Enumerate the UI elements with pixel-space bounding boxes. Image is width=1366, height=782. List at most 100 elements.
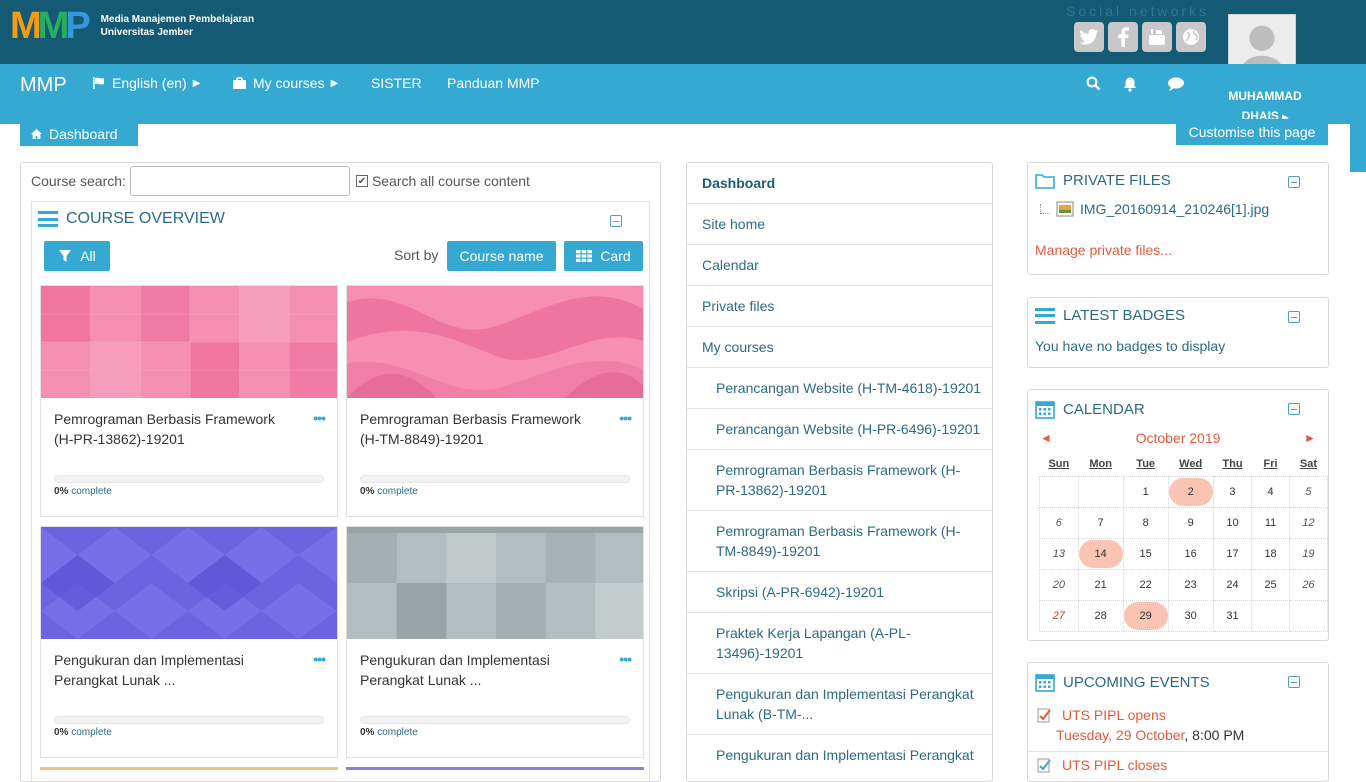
calendar-day[interactable]: 21 [1077, 568, 1124, 601]
private-file-name: IMG_20160914_210246[1].jpg [1080, 201, 1270, 217]
calendar-day[interactable]: 24 [1212, 568, 1253, 601]
collapse-icon[interactable] [1288, 403, 1300, 415]
image-file-icon [1056, 201, 1074, 217]
calendar-event-day[interactable]: 14 [1078, 539, 1123, 568]
calendar-day[interactable]: 4 [1251, 475, 1290, 508]
dashboard-tab[interactable]: Dashboard [20, 122, 138, 146]
course-search-input[interactable] [129, 166, 350, 196]
more-options-icon[interactable]: ••• [619, 410, 632, 426]
sort-course-name-button[interactable]: Course name [447, 241, 556, 271]
calendar-day[interactable]: 18 [1251, 537, 1290, 570]
calendar-day[interactable]: 28 [1077, 599, 1124, 632]
facebook-icon[interactable] [1108, 22, 1138, 52]
calendar-day[interactable]: 10 [1212, 506, 1253, 539]
course-title[interactable]: Pemrograman Berbasis Framework (H-TM-884… [360, 409, 600, 449]
course-card[interactable]: Pengukuran dan Implementasi Perangkat Lu… [40, 526, 338, 758]
private-file-item[interactable]: IMG_20160914_210246[1].jpg [1040, 201, 1269, 217]
calendar-day[interactable]: 7 [1077, 506, 1124, 539]
my-courses-menu[interactable]: My courses ▶ [232, 75, 338, 91]
course-title[interactable]: Pengukuran dan Implementasi Perangkat Lu… [54, 650, 294, 690]
calendar-day[interactable]: 29 [1122, 599, 1169, 632]
language-menu[interactable]: English ‎(en)‎ ▶ [92, 75, 200, 91]
course-card[interactable]: Pengukuran dan Implementasi Perangkat Lu… [346, 526, 644, 758]
panduan-link[interactable]: Panduan MMP [447, 75, 540, 91]
collapse-icon[interactable] [1288, 176, 1300, 188]
more-options-icon[interactable]: ••• [313, 651, 326, 667]
calendar-day[interactable]: 23 [1167, 568, 1214, 601]
nav-course-item[interactable]: Praktek Kerja Lapangan (A-PL-13496)-1920… [687, 613, 992, 674]
calendar-event-day[interactable]: 29 [1123, 601, 1168, 630]
nav-course-item[interactable]: Perancangan Website (H-TM-4618)-19201 [687, 368, 992, 409]
calendar-day[interactable]: 22 [1122, 568, 1169, 601]
calendar-day[interactable]: 14 [1077, 537, 1124, 570]
calendar-day[interactable]: 20 [1039, 568, 1079, 601]
site-logo[interactable]: MMP Media Manajemen Pembelajaran Univers… [10, 6, 254, 46]
calendar-day[interactable]: 8 [1122, 506, 1169, 539]
calendar-day[interactable]: 30 [1167, 599, 1214, 632]
calendar-day[interactable]: 16 [1167, 537, 1214, 570]
collapse-icon[interactable] [1288, 311, 1300, 323]
nav-private-files[interactable]: Private files [687, 286, 992, 327]
bell-icon[interactable] [1122, 76, 1138, 96]
view-card-button[interactable]: Card [564, 241, 643, 271]
sister-link[interactable]: SISTER [371, 75, 422, 91]
calendar-next-month[interactable]: ► [1304, 431, 1316, 445]
nav-my-courses[interactable]: My courses [687, 327, 992, 368]
calendar-day[interactable]: 2 [1167, 475, 1214, 508]
upcoming-event-item[interactable]: UTS PIPL closes [1036, 757, 1167, 773]
nav-site-home[interactable]: Site home [687, 204, 992, 245]
more-options-icon[interactable]: ••• [619, 651, 632, 667]
calendar-day[interactable]: 19 [1288, 537, 1329, 570]
nav-course-item[interactable]: Pemrograman Berbasis Framework (H-TM-884… [687, 511, 992, 572]
course-title[interactable]: Pemrograman Berbasis Framework (H-PR-138… [54, 409, 294, 449]
calendar-day[interactable]: 6 [1039, 506, 1079, 539]
course-title[interactable]: Pengukuran dan Implementasi Perangkat Lu… [360, 650, 600, 690]
calendar-day[interactable]: 25 [1251, 568, 1290, 601]
search-icon[interactable] [1086, 76, 1101, 95]
customise-page-button[interactable]: Customise this page [1176, 119, 1328, 145]
search-all-checkbox[interactable]: ✔ [355, 175, 368, 187]
navbar-brand[interactable]: MMP [20, 74, 67, 97]
course-overview-header: COURSE OVERVIEW [38, 210, 225, 228]
collapse-icon[interactable] [610, 215, 622, 227]
calendar-day[interactable]: 5 [1288, 475, 1329, 508]
calendar-day[interactable]: 1 [1122, 475, 1169, 508]
calendar-day[interactable]: 26 [1288, 568, 1329, 601]
calendar-day[interactable]: 11 [1251, 506, 1290, 539]
calendar-day[interactable]: 13 [1039, 537, 1079, 570]
latest-badges-header: LATEST BADGES [1035, 307, 1185, 324]
nav-course-item[interactable]: Pengukuran dan Implementasi Perangkat [687, 735, 992, 781]
globe-icon[interactable] [1176, 22, 1206, 52]
twitter-icon[interactable] [1074, 22, 1104, 52]
calendar-day[interactable]: 17 [1212, 537, 1253, 570]
upcoming-event-item[interactable]: UTS PIPL opens [1036, 707, 1166, 723]
calendar-day[interactable]: 12 [1288, 506, 1329, 539]
calendar-day[interactable]: 27 [1039, 599, 1079, 632]
nav-course-item[interactable]: Perancangan Website (H-PR-6496)-19201 [687, 409, 992, 450]
manage-private-files-link[interactable]: Manage private files... [1035, 242, 1172, 258]
more-options-icon[interactable]: ••• [313, 410, 326, 426]
nav-course-item[interactable]: Pengukuran dan Implementasi Perangkat Lu… [687, 674, 992, 735]
event-date-day[interactable]: Tuesday, 29 October [1056, 727, 1184, 743]
nav-course-item[interactable]: Skripsi (A-PR-6942)-19201 [687, 572, 992, 613]
youtube-icon[interactable] [1142, 22, 1172, 52]
course-overview-block: COURSE OVERVIEW All Sort by Course name … [31, 201, 650, 781]
collapse-icon[interactable] [1288, 676, 1300, 688]
menu-icon [1035, 307, 1055, 324]
course-overview-title: COURSE OVERVIEW [66, 210, 225, 227]
calendar-event-day[interactable]: 2 [1168, 477, 1213, 506]
filter-button[interactable]: All [44, 241, 110, 271]
upcoming-events-title: UPCOMING EVENTS [1063, 673, 1210, 691]
nav-course-item[interactable]: Pemrograman Berbasis Framework (H-PR-138… [687, 450, 992, 511]
course-image [347, 286, 643, 398]
course-card[interactable]: Pemrograman Berbasis Framework (H-TM-884… [346, 285, 644, 517]
home-icon [31, 129, 42, 139]
chat-icon[interactable] [1167, 76, 1185, 96]
nav-calendar[interactable]: Calendar [687, 245, 992, 286]
nav-dashboard[interactable]: Dashboard [687, 163, 992, 204]
calendar-day[interactable]: 9 [1167, 506, 1214, 539]
calendar-day[interactable]: 3 [1212, 475, 1253, 508]
calendar-day[interactable]: 15 [1122, 537, 1169, 570]
calendar-day[interactable]: 31 [1212, 599, 1253, 632]
course-card[interactable]: Pemrograman Berbasis Framework (H-PR-138… [40, 285, 338, 517]
